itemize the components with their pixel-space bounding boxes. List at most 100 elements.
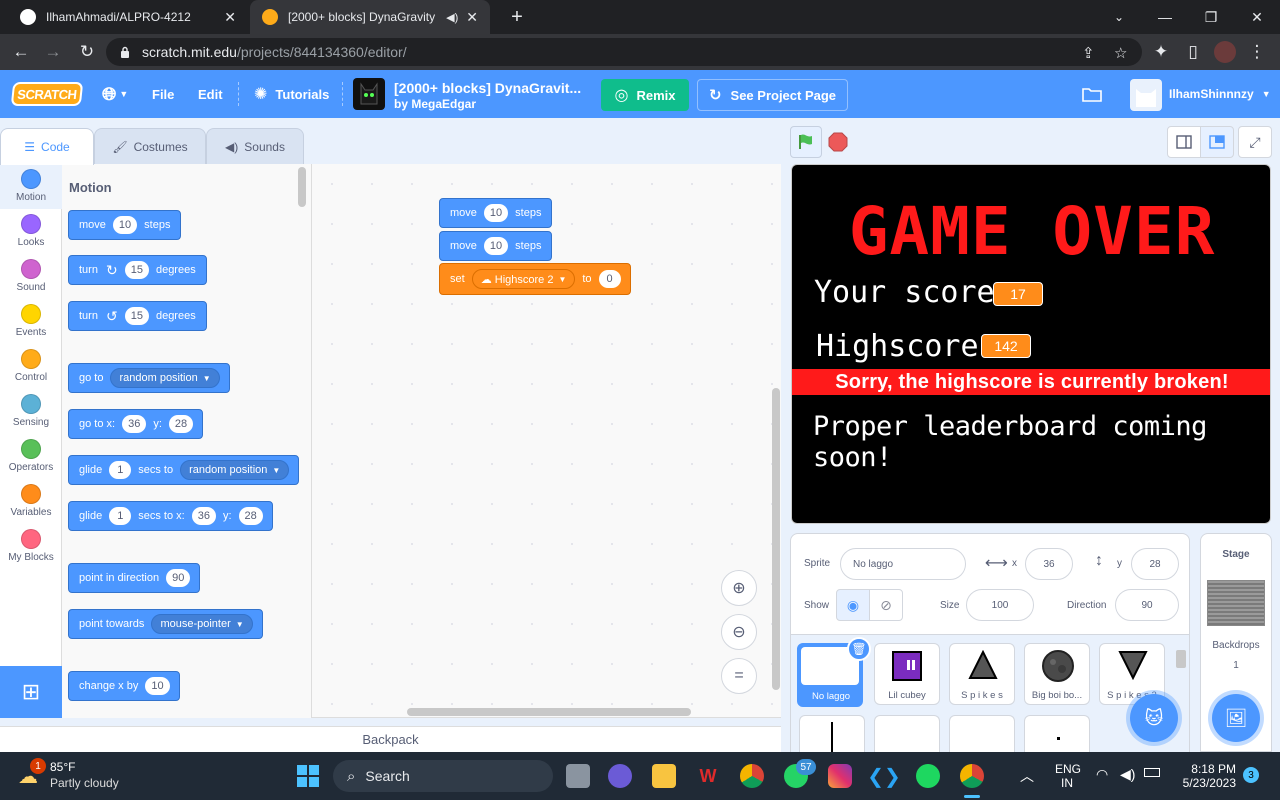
add-backdrop-button[interactable]: 🖼︎ [1212,694,1260,742]
palette-scrollbar[interactable] [298,167,306,207]
close-tab-icon[interactable]: ✕ [466,9,478,26]
windows-start-icon[interactable] [296,764,320,788]
category-motion[interactable]: Motion [0,164,62,209]
minimize-button[interactable]: — [1142,0,1188,34]
category-sound[interactable]: Sound [0,254,62,299]
reload-button[interactable]: ↻ [74,40,100,64]
spotify-icon[interactable] [916,764,940,788]
block-input[interactable]: 10 [145,677,170,695]
direction-field[interactable]: 90 [1115,589,1179,621]
block-go-to-xy[interactable]: go to x: 36 y: 28 [68,409,204,439]
language-menu[interactable]: 🌐︎ ▼ [102,70,128,118]
block-dropdown[interactable]: random position ▼ [180,460,290,480]
large-stage-button[interactable] [1200,126,1234,158]
sprite-tile[interactable]: Lil cubey [874,643,940,705]
tab-sounds[interactable]: ◀) Sounds [206,128,304,164]
share-icon[interactable]: ⇪ [1082,44,1095,62]
stage-canvas[interactable]: GAME OVER Your score: 17 Highscore: 142 … [791,164,1271,524]
category-variables[interactable]: Variables [0,479,62,524]
side-panel-icon[interactable]: ▯ [1180,40,1206,64]
profile-avatar[interactable] [1212,40,1238,64]
taskbar-search[interactable]: ⌕ Search [333,760,553,792]
size-field[interactable]: 100 [966,589,1034,621]
fullscreen-button[interactable]: ⤢ [1238,126,1272,158]
block-input[interactable]: 0 [598,270,621,288]
block-change-x[interactable]: change x by 10 [68,671,180,701]
weather-widget[interactable]: ☁ 1 85°F Partly cloudy [14,758,134,794]
file-menu[interactable]: File [152,70,174,118]
close-window-button[interactable]: ✕ [1234,0,1280,34]
tab-costumes[interactable]: 🖌︎ Costumes [94,128,206,164]
add-extension-button[interactable]: ⊞ [0,666,62,718]
bookmark-star-icon[interactable]: ☆ [1114,44,1127,62]
wifi-icon[interactable]: ◠ [1096,766,1108,783]
block-input[interactable]: 1 [109,507,132,525]
sprite-list-scrollbar[interactable] [1176,650,1186,668]
sprite-name-field[interactable]: No laggo [840,548,966,580]
sprite-tile[interactable] [1024,715,1090,752]
account-menu[interactable]: IlhamShinnnzy ▼ [1169,70,1271,118]
chrome-menu-icon[interactable]: ⋮ [1244,40,1270,64]
new-tab-button[interactable]: + [494,0,540,34]
block-input[interactable]: 10 [112,216,138,234]
zoom-in-button[interactable]: ⊕ [721,570,757,606]
forward-button[interactable]: → [40,40,66,64]
block-move-steps[interactable]: move 10 steps [68,210,182,240]
category-control[interactable]: Control [0,344,62,389]
y-field[interactable]: 28 [1131,548,1179,580]
sprite-tile[interactable] [949,715,1015,752]
project-author[interactable]: by MegaEdgar [394,97,476,111]
script-horizontal-scrollbar[interactable] [407,708,691,716]
block-input[interactable]: 28 [238,507,263,525]
block-input[interactable]: 36 [191,507,216,525]
maximize-button[interactable]: ❐ [1188,0,1234,34]
script-block-move[interactable]: move 10 steps [439,198,553,228]
category-looks[interactable]: Looks [0,209,62,254]
browser-tab-github[interactable]: IlhamAhmadi/ALPRO-4212 ✕ [8,0,248,34]
stop-button[interactable] [822,126,854,158]
block-dropdown[interactable]: mouse-pointer ▼ [151,614,253,634]
sprite-tile[interactable]: S p i k e s [949,643,1015,705]
block-input[interactable]: 15 [124,307,149,325]
block-input[interactable]: 10 [483,204,509,222]
block-turn-right[interactable]: turn ↻ 15 degrees [68,255,207,285]
close-tab-icon[interactable]: ✕ [224,9,236,26]
browser-tab-scratch[interactable]: [2000+ blocks] DynaGravity ◀) ✕ [250,0,490,34]
meet-icon[interactable] [608,764,632,788]
user-avatar[interactable] [1130,79,1162,111]
block-input[interactable]: 90 [166,569,191,587]
script-block-move[interactable]: move 10 steps [439,231,553,261]
notification-badge[interactable]: 3 [1243,767,1259,783]
vscode-icon[interactable]: ❮❯ [867,764,901,788]
volume-icon[interactable]: ◀) [1120,766,1135,783]
scratch-logo[interactable]: SCRATCH [10,82,84,106]
tab-code[interactable]: ☰ Code [0,128,94,165]
x-field[interactable]: 36 [1025,548,1073,580]
block-input[interactable]: 1 [109,461,132,479]
block-point-direction[interactable]: point in direction 90 [68,563,201,593]
remix-button[interactable]: ◎ Remix [601,79,689,111]
my-stuff-folder-icon[interactable] [1082,70,1102,118]
sprite-tile[interactable] [874,715,940,752]
variable-dropdown[interactable]: ☁ Highscore 2 ▼ [471,269,576,289]
tray-overflow-icon[interactable]: ︿ [1020,766,1034,786]
block-input[interactable]: 36 [122,415,147,433]
zoom-out-button[interactable]: ⊖ [721,614,757,650]
script-block-set-variable[interactable]: set ☁ Highscore 2 ▼ to 0 [439,263,631,295]
clock[interactable]: 8:18 PM 5/23/2023 [1170,762,1236,790]
backpack[interactable]: Backpack [0,726,781,752]
edit-menu[interactable]: Edit [198,70,223,118]
delete-sprite-icon[interactable]: 🗑︎ [847,637,871,661]
block-input[interactable]: 15 [124,261,149,279]
address-bar[interactable]: scratch.mit.edu/projects/844134360/edito… [106,38,1142,66]
instagram-icon[interactable] [828,764,852,788]
speaker-icon[interactable]: ◀) [446,11,458,24]
sprite-tile[interactable]: Big boi bo... [1024,643,1090,705]
back-button[interactable]: ← [8,40,34,64]
green-flag-button[interactable] [790,126,822,158]
block-input[interactable]: 10 [483,237,509,255]
block-turn-left[interactable]: turn ↺ 15 degrees [68,301,207,331]
battery-icon[interactable] [1144,768,1160,777]
block-input[interactable]: 28 [168,415,194,433]
category-events[interactable]: Events [0,299,62,344]
